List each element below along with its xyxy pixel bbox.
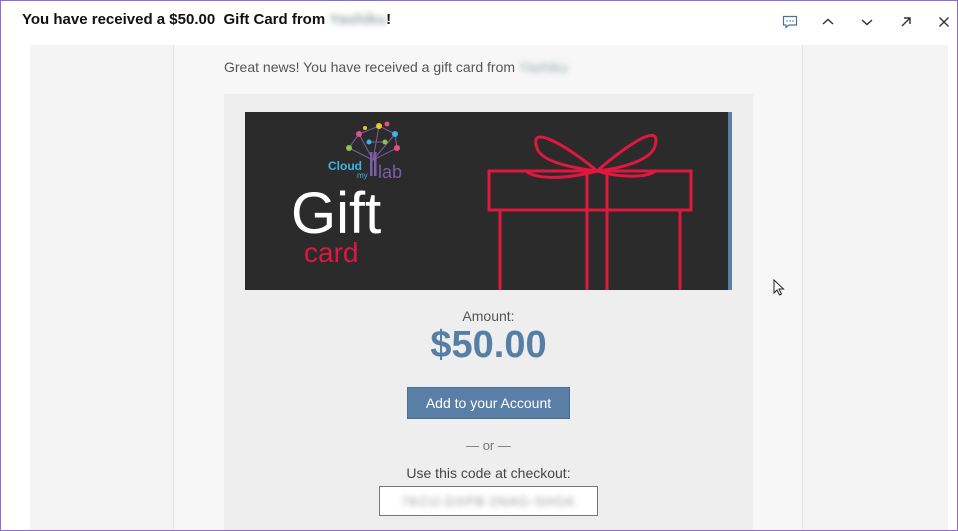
subject-sender-redacted: Yashiku bbox=[329, 11, 387, 28]
amount-value: $50.00 bbox=[430, 324, 547, 366]
cloudmylab-logo: Cloud my lab bbox=[328, 121, 402, 182]
popout-icon bbox=[901, 17, 911, 27]
email-subject: You have received a $50.00 Gift Card fro… bbox=[22, 11, 392, 28]
greeting-sender-redacted: Yashiku bbox=[518, 59, 568, 75]
gift-card-banner: Cloud my lab Gift card bbox=[245, 112, 732, 290]
logo-text-lab: lab bbox=[378, 162, 402, 182]
or-separator: — or — bbox=[466, 438, 511, 453]
card-word: card bbox=[304, 237, 358, 268]
gift-box-illustration bbox=[487, 133, 693, 290]
chevron-up-icon bbox=[822, 18, 834, 25]
previous-message-button[interactable] bbox=[814, 9, 842, 35]
mouse-pointer-icon bbox=[773, 279, 785, 296]
amount-label: Amount: bbox=[462, 308, 515, 324]
chat-icon bbox=[782, 15, 798, 29]
chat-button[interactable] bbox=[776, 9, 804, 35]
close-button[interactable] bbox=[930, 9, 957, 35]
greeting-text: Great news! You have received a gift car… bbox=[224, 59, 568, 75]
checkout-code-label: Use this code at checkout: bbox=[406, 465, 571, 481]
gift-code-field[interactable]: 7KCU-DXPB-2NAG-SHGK bbox=[379, 486, 598, 516]
close-icon bbox=[939, 17, 949, 27]
popout-button[interactable] bbox=[892, 9, 920, 35]
add-to-account-button[interactable]: Add to your Account bbox=[407, 387, 570, 419]
logo-text-my: my bbox=[357, 171, 368, 180]
email-header: You have received a $50.00 Gift Card fro… bbox=[1, 1, 957, 45]
gift-card-artwork: Cloud my lab Gift card bbox=[291, 121, 693, 290]
banner-edge-stripe bbox=[728, 112, 732, 290]
chevron-down-icon bbox=[861, 19, 873, 26]
next-message-button[interactable] bbox=[853, 9, 881, 35]
gift-code-redacted: 7KCU-DXPB-2NAG-SHGK bbox=[401, 493, 576, 509]
email-reading-pane: You have received a $50.00 Gift Card fro… bbox=[0, 0, 958, 531]
